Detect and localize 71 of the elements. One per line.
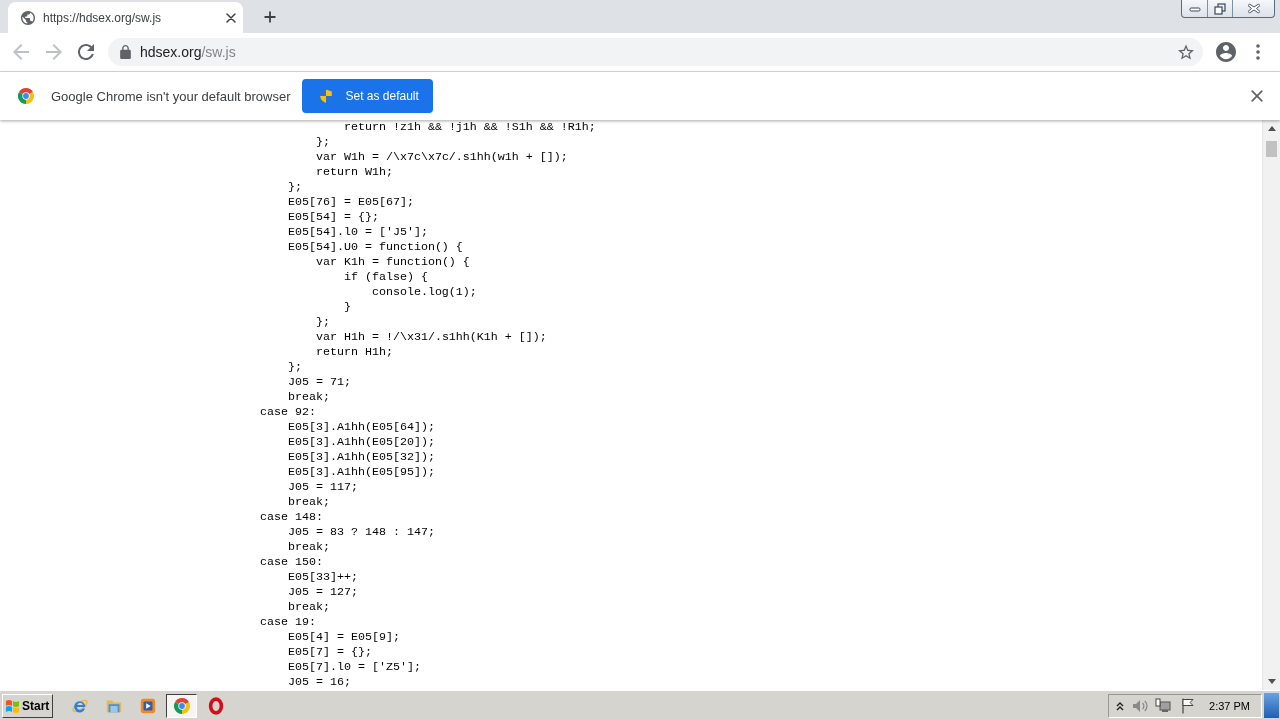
code-line: case 150: (260, 555, 323, 569)
taskbar-button[interactable] (166, 693, 197, 718)
browser-logo-icon (173, 697, 190, 714)
code-line: var K1h = function() { (315, 255, 470, 269)
globe-icon (21, 10, 35, 25)
reload-icon[interactable] (78, 44, 94, 60)
code-line: E05[3].A1hh(E05[95]); (288, 465, 435, 479)
code-line: console.log(1); (371, 285, 477, 299)
set-default-button[interactable]: Set as default (302, 79, 433, 113)
shield-icon (318, 88, 335, 104)
code-line: return H1h; (315, 345, 393, 359)
code-line: break; (288, 540, 330, 554)
code-line: case 92: (260, 405, 316, 419)
start-button[interactable]: Start (2, 693, 53, 718)
browser-logo-icon (18, 88, 34, 104)
code-line: E05[54].l0 = ['J5']; (288, 225, 428, 239)
star-icon[interactable] (1178, 44, 1194, 60)
code-line: }; (288, 180, 302, 194)
chevron-up-icon[interactable] (1116, 700, 1125, 711)
code-line: E05[3].A1hh(E05[32]); (288, 450, 435, 464)
code-line: E05[7] = {}; (288, 645, 372, 659)
browser-tab[interactable]: https://hdsex.org/sw.js (8, 2, 243, 33)
code-line: E05[54].U0 = function() { (288, 240, 463, 254)
close-icon[interactable] (1251, 90, 1263, 102)
network-icon[interactable] (1155, 697, 1172, 714)
code-line: } (343, 300, 351, 314)
code-line: E05[7].l0 = ['Z5']; (288, 660, 421, 674)
play-icon (138, 696, 157, 715)
code-line: E05[76] = E05[67]; (288, 195, 414, 209)
close-icon[interactable] (226, 12, 236, 23)
code-line: J05 = 83 ? 148 : 147; (288, 525, 435, 539)
code-line: J05 = 127; (288, 585, 358, 599)
restore-icon (1214, 2, 1226, 15)
code-line: }; (315, 315, 330, 329)
show-desktop-button[interactable] (1263, 692, 1280, 719)
code-line: break; (288, 495, 330, 509)
scrollbar-thumb[interactable] (1266, 141, 1277, 157)
new-tab-icon[interactable] (264, 10, 276, 23)
infobar-message: Google Chrome isn't your default browser (51, 88, 291, 104)
scrollbar[interactable] (1262, 120, 1280, 690)
profile-icon[interactable] (1216, 42, 1236, 62)
code-line: J05 = 71; (288, 375, 351, 389)
code-line: return !z1h && !j1h && !S1h && !R1h; (343, 120, 596, 134)
clock-text[interactable]: 2:37 PM (1209, 699, 1250, 712)
menu-icon[interactable] (1256, 44, 1260, 60)
code-line: E05[4] = E05[9]; (288, 630, 400, 644)
code-line: case 19: (260, 615, 316, 629)
code-line: var H1h = !/\x31/.s1hh(K1h + []); (315, 330, 547, 344)
code-line: E05[54] = {}; (288, 210, 379, 224)
code-line: }; (315, 135, 330, 149)
code-line: E05[3].A1hh(E05[20]); (288, 435, 435, 449)
address-field[interactable]: hdsex.org/sw.js (108, 38, 1203, 66)
code-line: }; (288, 360, 302, 374)
code-line: var W1h = /\x7c\x7c/.s1hh(w1h + []); (315, 150, 568, 164)
code-line: break; (288, 600, 330, 614)
code-line: case 148: (260, 510, 323, 524)
code-line: if (false) { (343, 270, 428, 284)
down-arrow-icon[interactable] (1267, 679, 1276, 684)
code-line: E05[3].A1hh(E05[64]); (288, 420, 435, 434)
code-line: E05[33]++; (288, 570, 358, 584)
code-line: J05 = 117; (288, 480, 358, 494)
flag-icon[interactable] (1180, 697, 1195, 714)
code-line: J05 = 16; (288, 675, 351, 689)
lock-icon (120, 45, 131, 59)
up-arrow-icon[interactable] (1267, 126, 1276, 131)
code-line: break; (288, 390, 330, 404)
ring-logo-icon (206, 696, 225, 715)
close-icon (1247, 3, 1260, 14)
minimize-icon (1188, 4, 1201, 13)
code-line: return W1h; (315, 165, 393, 179)
flag-logo-icon (5, 697, 20, 714)
